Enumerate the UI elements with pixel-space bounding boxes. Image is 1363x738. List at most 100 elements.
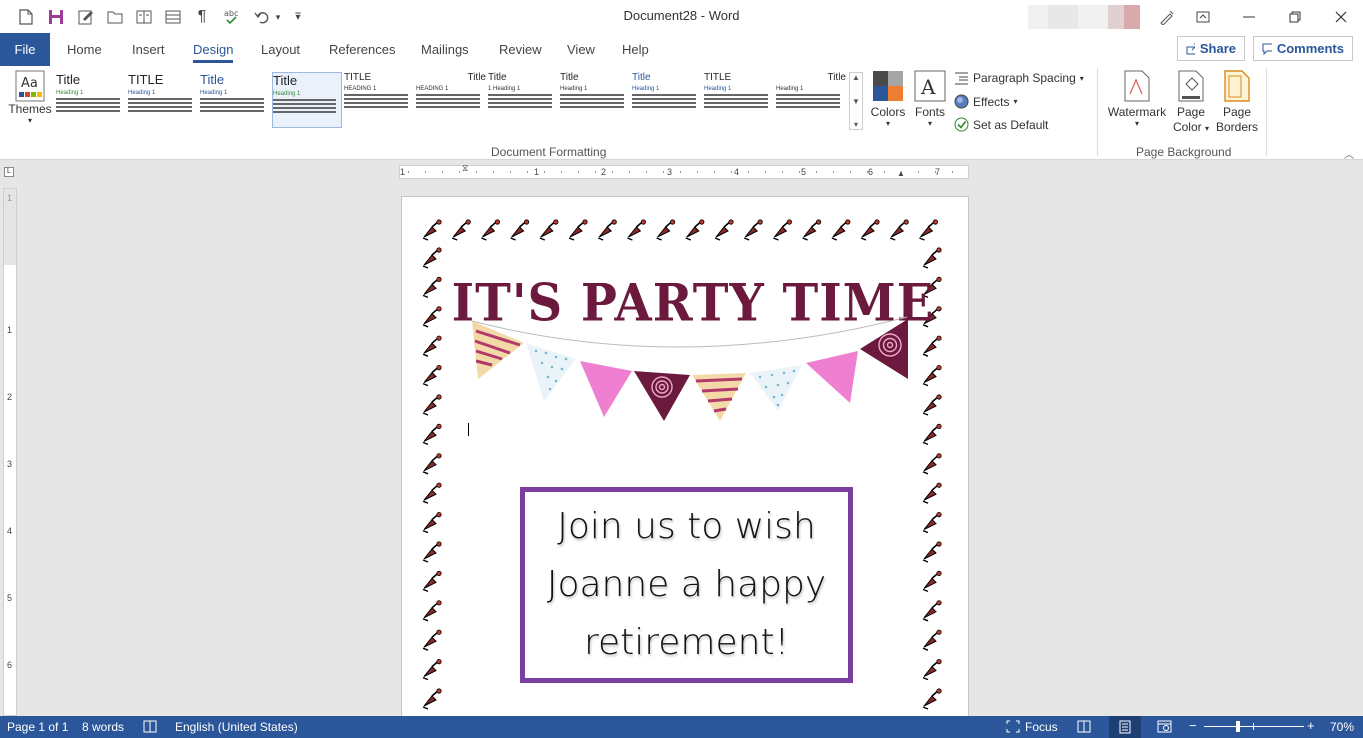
comments-button[interactable]: Comments: [1253, 36, 1353, 61]
vertical-ruler[interactable]: 1123456: [3, 188, 17, 716]
focus-button[interactable]: Focus: [1006, 720, 1058, 734]
ruler-number: 1: [400, 167, 406, 177]
page-count[interactable]: Page 1 of 1: [7, 720, 68, 734]
colors-button[interactable]: Colors ▾: [868, 70, 908, 128]
tab-view[interactable]: View: [567, 42, 595, 57]
customize-icon[interactable]: ▾̅: [288, 7, 308, 27]
layout-icon[interactable]: [163, 7, 183, 27]
ruler-number: 1: [534, 167, 540, 177]
ruler-tick: [612, 171, 613, 173]
ruler-number: 4: [734, 167, 740, 177]
open-folder-icon[interactable]: [105, 7, 125, 27]
tab-insert[interactable]: Insert: [132, 42, 165, 57]
gallery-more-icon[interactable]: ▾: [854, 120, 858, 129]
style-set-option[interactable]: Title Heading 1: [560, 72, 630, 128]
zoom-slider-thumb[interactable]: [1236, 721, 1240, 732]
tab-references[interactable]: References: [329, 42, 395, 57]
style-set-title: Title: [200, 72, 225, 87]
right-indent-marker-icon[interactable]: ▲: [897, 169, 905, 178]
language[interactable]: English (United States): [175, 720, 298, 734]
style-set-option[interactable]: TITLE Heading 1: [128, 72, 198, 128]
document-page[interactable]: IT'S PARTY TIME Join us to wish Joanne a…: [401, 196, 969, 738]
border-glyph: [922, 688, 942, 710]
proofing-icon[interactable]: [143, 720, 157, 736]
minimize-icon[interactable]: [1226, 0, 1272, 33]
effects-button[interactable]: Effects ▾: [954, 94, 1017, 109]
zoom-slider[interactable]: [1204, 721, 1304, 732]
zoom-in-icon[interactable]: +: [1307, 718, 1315, 733]
border-glyph: [922, 659, 942, 681]
tab-home[interactable]: Home: [67, 42, 102, 57]
set-as-default-button[interactable]: Set as Default: [954, 117, 1048, 132]
tab-layout[interactable]: Layout: [261, 42, 300, 57]
style-set-option[interactable]: TITLE HEADING 1: [344, 72, 414, 128]
border-glyph: [714, 219, 734, 241]
style-set-option[interactable]: Title HEADING 1: [416, 72, 486, 128]
account-avatar[interactable]: [1028, 5, 1140, 29]
read-mode-icon[interactable]: [1077, 720, 1091, 736]
page-color-button[interactable]: Page Color ▾: [1170, 70, 1212, 136]
effects-icon: [954, 94, 969, 109]
paragraph-spacing-label: Paragraph Spacing: [973, 71, 1076, 85]
style-set-heading: HEADING 1: [344, 86, 377, 92]
watermark-button[interactable]: Watermark ▾: [1106, 70, 1168, 128]
web-layout-icon[interactable]: [1157, 720, 1172, 736]
style-set-heading: Heading 1: [632, 86, 660, 92]
border-glyph: [922, 335, 942, 357]
ruler-number: 1: [7, 325, 13, 335]
style-set-body-preview: [488, 94, 558, 108]
paragraph-mark-icon[interactable]: ¶: [192, 7, 212, 27]
zoom-out-icon[interactable]: −: [1189, 718, 1197, 733]
style-set-option[interactable]: TITLE Heading 1: [704, 72, 774, 128]
word-count[interactable]: 8 words: [82, 720, 124, 734]
print-layout-button[interactable]: [1109, 716, 1141, 738]
themes-label: Themes: [8, 102, 52, 116]
collapse-ribbon-icon[interactable]: ︿: [1344, 146, 1354, 161]
style-set-option[interactable]: Title 1 Heading 1: [488, 72, 558, 128]
indent-marker-icon[interactable]: ⧖: [462, 163, 468, 174]
fonts-button[interactable]: A Fonts ▾: [911, 70, 949, 128]
ruler-tick: [782, 171, 783, 173]
style-set-option[interactable]: Title Heading 1: [776, 72, 846, 128]
undo-dropdown-icon[interactable]: ▾: [268, 7, 288, 27]
edit-icon[interactable]: [76, 7, 96, 27]
tab-design[interactable]: Design: [193, 42, 234, 63]
save-icon[interactable]: [46, 7, 66, 27]
horizontal-ruler[interactable]: 1 1 2 3 4 5 6 7 ⧖ ▲: [399, 163, 969, 179]
tab-help[interactable]: Help: [622, 42, 649, 57]
share-button[interactable]: Share: [1177, 36, 1245, 61]
tab-review[interactable]: Review: [499, 42, 542, 57]
border-glyph: [422, 335, 442, 357]
ribbon-display-icon[interactable]: [1180, 0, 1226, 33]
set-as-default-label: Set as Default: [973, 117, 1049, 132]
style-set-title: TITLE: [128, 72, 164, 87]
new-document-icon[interactable]: [16, 7, 36, 27]
page-borders-button[interactable]: Page Borders: [1214, 70, 1260, 135]
spelling-icon[interactable]: abc: [222, 7, 242, 27]
invitation-message-box[interactable]: Join us to wish Joanne a happy retiremen…: [520, 487, 853, 683]
tab-selector-icon[interactable]: L: [4, 167, 14, 177]
focus-label: Focus: [1025, 720, 1058, 734]
close-icon[interactable]: [1318, 0, 1363, 33]
ruler-tick: [850, 171, 851, 173]
border-glyph: [422, 365, 442, 387]
gallery-down-icon[interactable]: ▼: [852, 97, 860, 106]
message-line-3[interactable]: retirement!: [584, 614, 789, 672]
message-line-2[interactable]: Joanne a happy: [547, 556, 826, 614]
style-set-option[interactable]: Title Heading 1: [272, 72, 342, 128]
zoom-level[interactable]: 70%: [1330, 720, 1354, 734]
tab-mailings[interactable]: Mailings: [421, 42, 469, 57]
style-set-option[interactable]: Title Heading 1: [56, 72, 126, 128]
book-icon[interactable]: [134, 7, 154, 27]
tab-file[interactable]: File: [0, 33, 50, 66]
message-line-1[interactable]: Join us to wish: [557, 498, 816, 556]
ruler-tick: [697, 171, 698, 173]
restore-icon[interactable]: [1272, 0, 1318, 33]
share-icon: [1186, 43, 1195, 54]
style-set-option[interactable]: Title Heading 1: [632, 72, 702, 128]
fonts-label: Fonts: [914, 105, 945, 119]
themes-button[interactable]: Aa Themes ▾: [8, 70, 52, 125]
gallery-up-icon[interactable]: ▲: [852, 73, 860, 82]
style-set-option[interactable]: Title Heading 1: [200, 72, 270, 128]
paragraph-spacing-button[interactable]: Paragraph Spacing ▾: [954, 71, 1084, 85]
